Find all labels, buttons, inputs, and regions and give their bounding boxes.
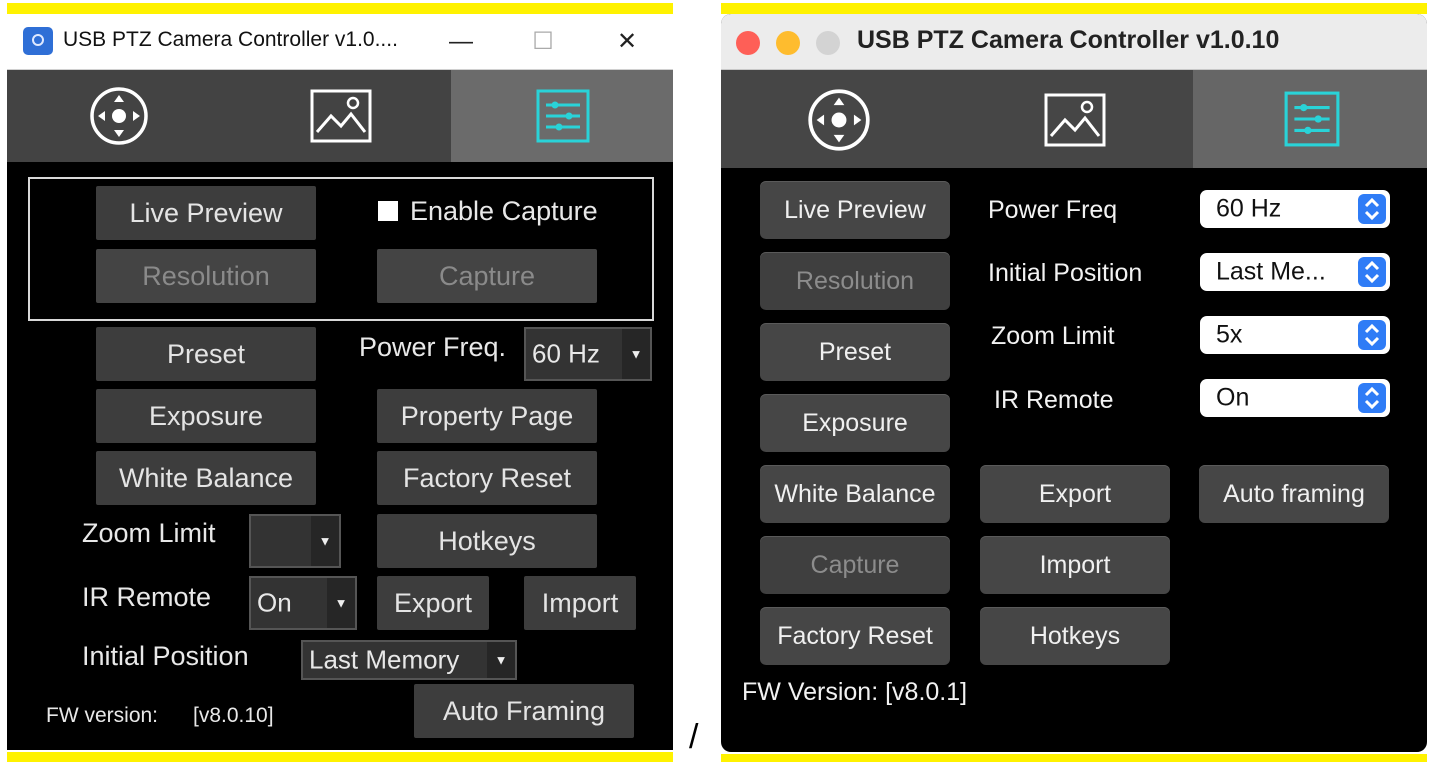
export-button[interactable]: Export	[980, 465, 1170, 523]
tab-image[interactable]	[229, 70, 451, 162]
enable-capture-checkbox[interactable]	[378, 201, 398, 221]
close-button[interactable]	[736, 31, 760, 55]
settings-sliders-icon	[1284, 91, 1340, 147]
resolution-button[interactable]: Resolution	[96, 249, 316, 303]
exposure-button[interactable]: Exposure	[760, 394, 950, 452]
factory-reset-button[interactable]: Factory Reset	[760, 607, 950, 665]
initial-position-value: Last Me...	[1216, 257, 1326, 286]
joystick-icon	[90, 87, 148, 145]
popup-stepper-icon	[1358, 383, 1386, 413]
frame-strip-bottom-left	[7, 752, 673, 762]
auto-framing-button[interactable]: Auto Framing	[414, 684, 634, 738]
tab-ptz-control[interactable]	[7, 70, 229, 162]
import-button[interactable]: Import	[524, 576, 636, 630]
window-title: USB PTZ Camera Controller v1.0.10	[857, 26, 1280, 54]
zoom-limit-label: Zoom Limit	[82, 518, 216, 548]
power-freq-value: 60 Hz	[532, 338, 600, 369]
power-freq-select[interactable]: 60 Hz	[1200, 190, 1390, 228]
title-bar: USB PTZ Camera Controller v1.0.... — ☐ ✕	[7, 14, 673, 70]
popup-stepper-icon	[1358, 320, 1386, 350]
power-freq-label: Power Freq.	[359, 332, 507, 362]
app-camera-icon	[23, 27, 53, 55]
resolution-button[interactable]: Resolution	[760, 252, 950, 310]
live-preview-button[interactable]: Live Preview	[760, 181, 950, 239]
frame-strip-top-right	[721, 3, 1427, 14]
ir-remote-label: IR Remote	[82, 582, 212, 612]
property-page-button[interactable]: Property Page	[377, 389, 597, 443]
mac-app-window: USB PTZ Camera Controller v1.0.10 Live P…	[721, 14, 1427, 752]
settings-sliders-icon	[536, 89, 590, 143]
initial-position-label: Initial Position	[988, 259, 1143, 287]
tab-settings[interactable]	[451, 70, 673, 162]
initial-position-select[interactable]: Last Me...	[1200, 253, 1390, 291]
image-icon	[310, 89, 372, 143]
fw-version-label: FW Version: [v8.0.1]	[742, 678, 968, 706]
ir-remote-value: On	[257, 587, 292, 618]
title-bar: USB PTZ Camera Controller v1.0.10	[721, 14, 1427, 70]
export-button[interactable]: Export	[377, 576, 489, 630]
maximize-button[interactable]: ☐	[523, 22, 563, 62]
exposure-button[interactable]: Exposure	[96, 389, 316, 443]
zoom-button[interactable]	[816, 31, 840, 55]
initial-position-label: Initial Position	[82, 641, 249, 671]
ir-remote-select[interactable]: On	[1200, 379, 1390, 417]
zoom-limit-label: Zoom Limit	[991, 322, 1115, 350]
tab-settings[interactable]	[1193, 70, 1427, 168]
minimize-button[interactable]	[776, 31, 800, 55]
live-preview-button[interactable]: Live Preview	[96, 186, 316, 240]
initial-position-value: Last Memory	[309, 644, 460, 675]
capture-button[interactable]: Capture	[760, 536, 950, 594]
frame-strip-bottom-right	[721, 754, 1427, 762]
ir-remote-value: On	[1216, 383, 1250, 412]
preset-button[interactable]: Preset	[760, 323, 950, 381]
chevron-down-icon: ▼	[327, 578, 355, 628]
close-button[interactable]: ✕	[607, 22, 647, 62]
preset-button[interactable]: Preset	[96, 327, 316, 381]
auto-framing-button[interactable]: Auto framing	[1199, 465, 1389, 523]
white-balance-button[interactable]: White Balance	[96, 451, 316, 505]
fw-version-label: FW version:	[46, 704, 159, 727]
zoom-limit-value: 5x	[1216, 320, 1243, 349]
settings-panel: Live Preview Enable Capture Resolution C…	[7, 162, 673, 750]
image-icon	[1044, 93, 1106, 147]
import-button[interactable]: Import	[980, 536, 1170, 594]
chevron-down-icon: ▼	[487, 642, 515, 678]
hotkeys-button[interactable]: Hotkeys	[980, 607, 1170, 665]
white-balance-button[interactable]: White Balance	[760, 465, 950, 523]
enable-capture-label: Enable Capture	[410, 196, 598, 226]
popup-stepper-icon	[1358, 257, 1386, 287]
frame-strip-top-left	[7, 3, 673, 14]
joystick-icon	[808, 89, 870, 151]
power-freq-select[interactable]: 60 Hz ▼	[524, 327, 652, 381]
initial-position-select[interactable]: Last Memory ▼	[301, 640, 517, 680]
capture-button[interactable]: Capture	[377, 249, 597, 303]
power-freq-value: 60 Hz	[1216, 194, 1282, 223]
separator-slash: /	[689, 718, 699, 756]
ir-remote-label: IR Remote	[994, 386, 1114, 414]
minimize-button[interactable]: —	[441, 22, 481, 62]
hotkeys-button[interactable]: Hotkeys	[377, 514, 597, 568]
tab-image[interactable]	[957, 70, 1193, 168]
power-freq-label: Power Freq	[988, 196, 1118, 224]
factory-reset-button[interactable]: Factory Reset	[377, 451, 597, 505]
window-title: USB PTZ Camera Controller v1.0....	[63, 28, 398, 51]
chevron-down-icon: ▼	[622, 329, 650, 379]
chevron-down-icon: ▼	[311, 516, 339, 566]
ir-remote-select[interactable]: On ▼	[249, 576, 357, 630]
popup-stepper-icon	[1358, 194, 1386, 224]
tab-bar	[721, 70, 1427, 168]
fw-version-value: [v8.0.10]	[193, 704, 274, 727]
windows-app-window: USB PTZ Camera Controller v1.0.... — ☐ ✕	[7, 14, 673, 750]
zoom-limit-select[interactable]: 5x	[1200, 316, 1390, 354]
tab-bar	[7, 70, 673, 162]
tab-ptz-control[interactable]	[721, 70, 957, 168]
zoom-limit-select[interactable]: ▼	[249, 514, 341, 568]
